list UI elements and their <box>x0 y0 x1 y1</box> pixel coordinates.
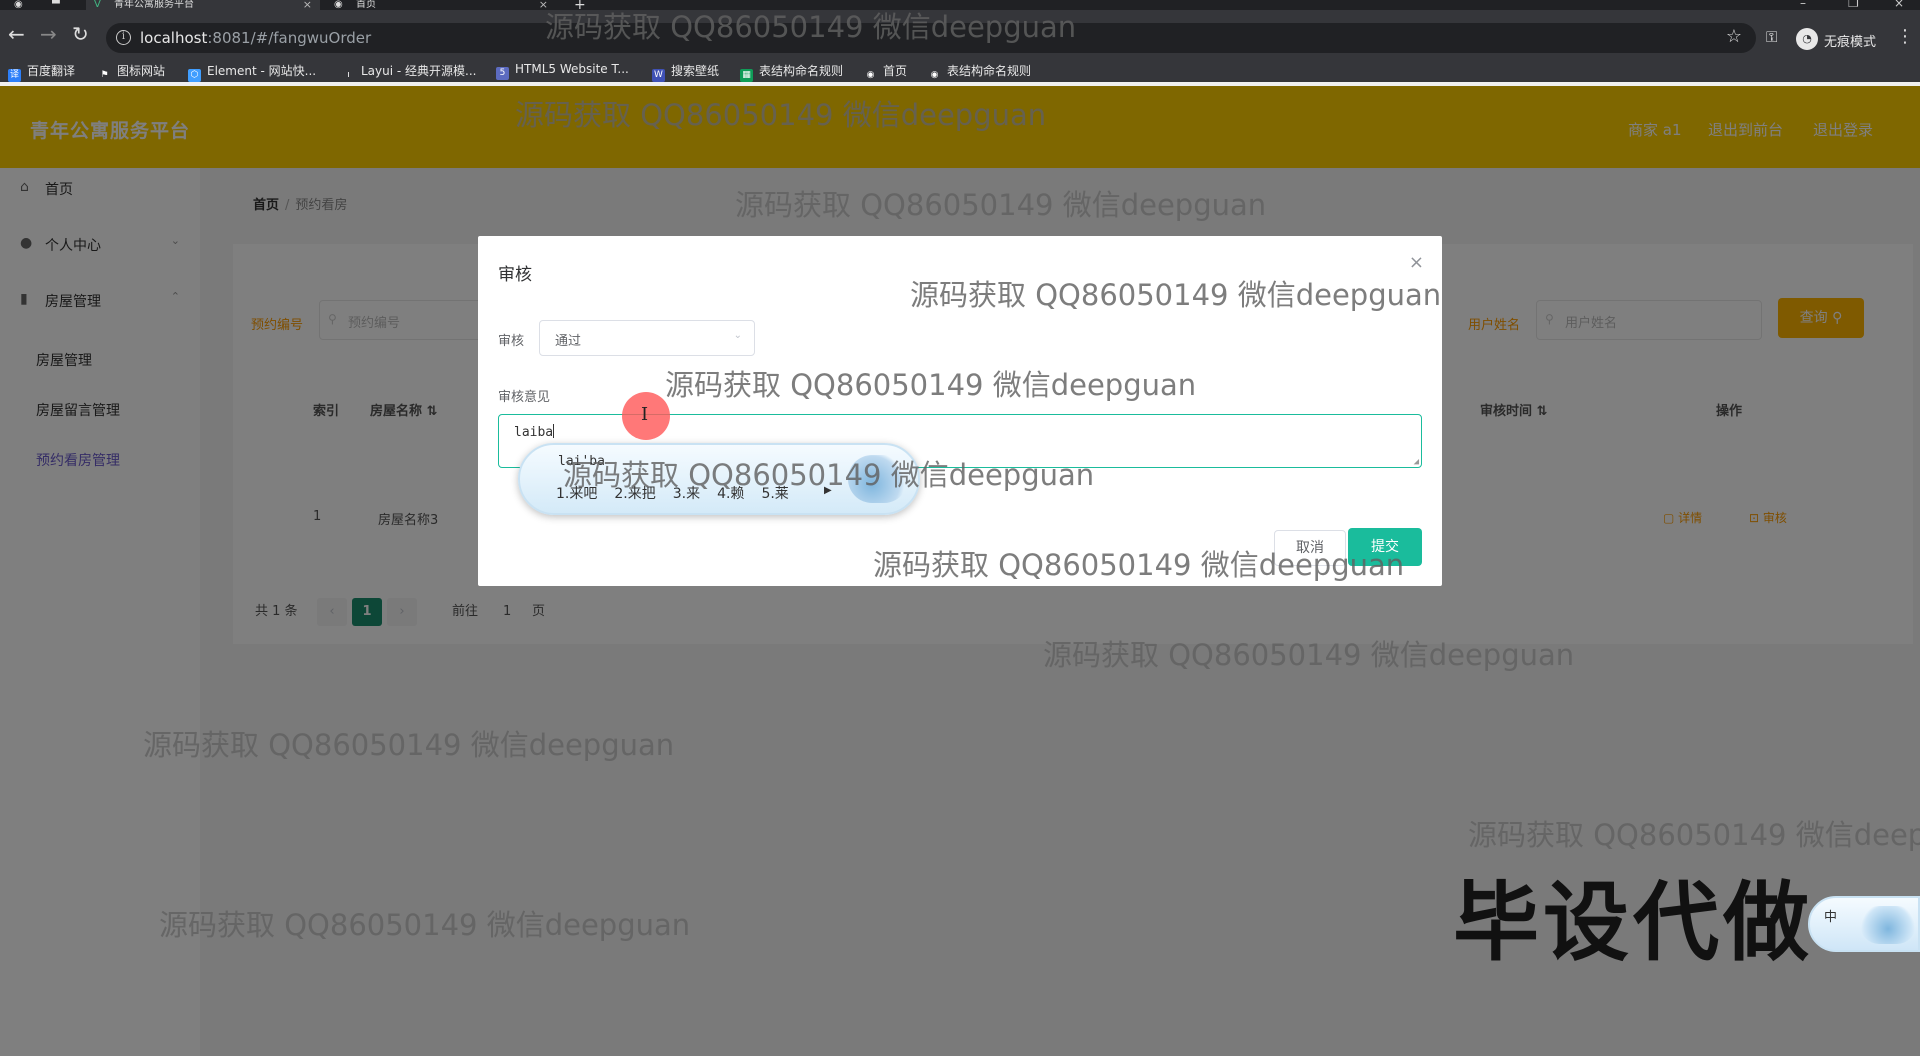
bookmark-label: 图标网站 <box>117 64 166 78</box>
watermark-text: 源码获取 QQ86050149 微信deepguan <box>545 10 1077 44</box>
menu-dots-icon[interactable]: ⋮ <box>1896 26 1914 47</box>
watermark-text: 源码获取 QQ86050149 微信deepguan <box>1043 638 1575 672</box>
bookmark-label: Element - 网站快... <box>207 64 317 78</box>
watermark-text: 源码获取 QQ86050149 微信deepguan <box>159 908 691 942</box>
dialog-title: 审核 <box>498 265 532 285</box>
bookmark-item[interactable]: 译百度翻译 <box>8 62 75 82</box>
layui-icon: ı <box>347 70 350 80</box>
watermark-text: 源码获取 QQ86050149 微信deepguan <box>563 458 1095 492</box>
bookmark-item[interactable]: ⚑ 图标网站 <box>98 62 165 82</box>
tab-app[interactable]: V 青年公寓服务平台 × <box>86 0 320 10</box>
watermark-big-text: 毕设代做 <box>1453 873 1813 973</box>
restore-icon[interactable]: ❐ <box>1848 0 1859 10</box>
tab-app-title: 青年公寓服务平台 <box>114 0 194 10</box>
browser-menu-icon[interactable]: ◉ <box>14 0 24 10</box>
url-text[interactable]: localhost:8081/#/fangwuOrder <box>140 29 371 47</box>
bookmark-item[interactable]: ◉ 首页 <box>864 62 907 82</box>
tab-home[interactable]: ◉ 首页 × <box>326 0 556 10</box>
profile-name: 无痕模式 <box>1824 35 1877 50</box>
bookmark-item[interactable]: 5 HTML5 Website T... <box>496 62 629 80</box>
review-select[interactable]: 通过 ⌄ <box>539 320 755 356</box>
watermark-text: 源码获取 QQ86050149 微信deepguan <box>735 188 1267 222</box>
bookmarks-bar: 译百度翻译 ⚑ 图标网站 ⬡ Element - 网站快... ı Layui - 经… <box>0 58 1920 82</box>
chevron-down-icon: ⌄ <box>733 330 742 341</box>
flag-icon: ⚑ <box>100 70 109 80</box>
incognito-icon: ◔ <box>1796 28 1818 50</box>
minimize-icon[interactable]: – <box>1800 0 1806 10</box>
watermark-text: 源码获取 QQ86050149 微信deepguan <box>910 278 1442 312</box>
tab-home-title: 首页 <box>356 0 376 10</box>
element-icon: ⬡ <box>188 69 201 82</box>
review-select-value: 通过 <box>555 334 582 349</box>
watermark-text: 源码获取 QQ86050149 微信deepguan <box>143 728 675 762</box>
info-icon[interactable]: i <box>116 30 131 45</box>
bookmark-label: HTML5 Website T... <box>515 62 629 76</box>
bookmark-label: 表结构命名规则 <box>947 64 1032 78</box>
forward-icon[interactable]: → <box>40 24 57 44</box>
bookmark-item[interactable]: ⬡ Element - 网站快... <box>188 62 316 82</box>
close-window-icon[interactable]: × <box>1894 0 1904 10</box>
bookmark-label: 百度翻译 <box>27 64 76 78</box>
ime-skin-decoration <box>1860 906 1916 944</box>
globe-icon: ◉ <box>866 70 875 80</box>
back-icon[interactable]: ← <box>8 24 25 44</box>
bookmark-item[interactable]: ı Layui - 经典开源模... <box>342 62 476 82</box>
bookmark-label: 表结构命名规则 <box>759 64 844 78</box>
key-icon[interactable]: ⚿ <box>1766 28 1777 46</box>
sheet-icon: ▦ <box>740 69 753 82</box>
text-cursor-icon: I <box>641 404 649 425</box>
text-caret <box>553 424 555 438</box>
globe-icon: ◉ <box>930 70 939 80</box>
watermark-text: 源码获取 QQ86050149 微信deepguan <box>873 548 1405 582</box>
html5-icon: 5 <box>496 67 509 80</box>
watermark-text: 源码获取 QQ86050149 微信deepguan <box>665 368 1197 402</box>
bookmark-item[interactable]: ▦ 表结构命名规则 <box>740 62 843 82</box>
window-controls: – ❐ × <box>1790 0 1920 10</box>
watermark-text: 源码获取 QQ86050149 微信deepguan <box>515 98 1047 132</box>
close-icon[interactable]: × <box>303 0 312 10</box>
star-icon[interactable]: ☆ <box>1726 26 1742 47</box>
close-icon[interactable]: × <box>1409 252 1424 273</box>
wallpaper-icon: W <box>652 69 665 82</box>
tab-search-icon[interactable]: ▀ <box>52 0 66 10</box>
review-opinion-value: laiba <box>514 425 554 440</box>
bookmark-item[interactable]: W 搜索壁纸 <box>652 62 719 82</box>
watermark-text: 源码获取 QQ86050149 微信deep <box>1468 818 1920 852</box>
globe-icon: ◉ <box>334 0 343 10</box>
bookmark-item[interactable]: ◉ 表结构命名规则 <box>928 62 1031 82</box>
review-label: 审核 <box>498 334 525 349</box>
vue-icon: V <box>94 0 101 10</box>
bookmark-label: Layui - 经典开源模... <box>361 64 477 78</box>
bookmark-label: 首页 <box>883 64 908 78</box>
url-host: localhost <box>140 29 208 47</box>
review-opinion-label: 审核意见 <box>498 390 551 405</box>
resize-handle-icon[interactable]: ◢ <box>1414 457 1419 467</box>
ime-mode-indicator[interactable]: 中 <box>1824 906 1837 925</box>
url-path: :8081/#/fangwuOrder <box>207 29 372 47</box>
reload-icon[interactable]: ↻ <box>72 24 89 44</box>
translate-icon: 译 <box>8 69 21 82</box>
bookmark-label: 搜索壁纸 <box>671 64 720 78</box>
ime-status-bar[interactable]: 中 <box>1808 896 1920 952</box>
